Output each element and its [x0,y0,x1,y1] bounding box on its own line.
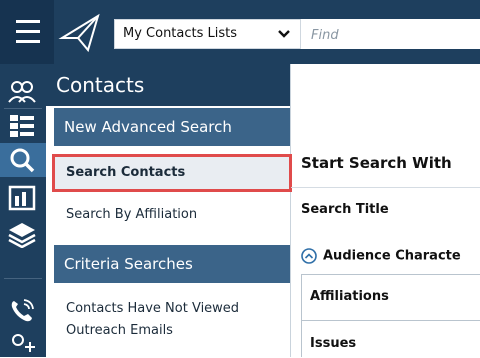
audience-section-label: Audience Characte [323,248,461,264]
search-contacts-link[interactable]: Search Contacts [52,154,292,192]
search-icon[interactable] [6,146,38,174]
hamburger-icon [16,20,40,23]
section-new-advanced-search[interactable]: New Advanced Search [54,108,290,146]
contact-list-select[interactable]: My Contacts Lists [114,19,301,49]
add-person-icon[interactable] [6,330,38,358]
criteria-table: Affiliations Issues [301,274,480,357]
section-criteria-searches[interactable]: Criteria Searches [54,245,290,283]
list-layout-icon[interactable] [6,112,38,140]
divider [302,320,480,321]
layers-icon[interactable] [6,220,38,248]
find-field[interactable] [301,19,480,49]
app-logo[interactable] [58,10,104,56]
rail-divider [4,278,42,279]
search-by-affiliation-link[interactable]: Search By Affiliation [54,198,290,232]
icon-rail [0,64,46,357]
contacts-not-viewed-outreach-link[interactable]: Contacts Have Not Viewed Outreach Emails [54,298,264,342]
bar-chart-icon[interactable] [6,184,38,212]
hamburger-icon-line [16,30,40,33]
menu-button[interactable] [0,0,54,64]
top-bar: My Contacts Lists [0,0,480,64]
main-content: Start Search With Search Title Audience … [291,64,480,357]
chevron-down-icon [278,30,290,38]
page-title: Contacts [46,64,290,106]
criteria-affiliations[interactable]: Affiliations [310,289,389,304]
hamburger-icon-line [16,40,40,43]
rail-divider [4,108,42,109]
contact-list-select-value: My Contacts Lists [123,26,238,41]
phone-icon[interactable] [6,296,38,324]
chevron-up-circle-icon [301,248,317,264]
divider [291,187,480,188]
search-title-label: Search Title [301,202,389,217]
people-icon[interactable] [6,78,38,106]
find-input[interactable] [309,21,473,49]
audience-section-toggle[interactable]: Audience Characte [301,248,461,264]
criteria-issues[interactable]: Issues [310,336,356,351]
contacts-nav: Contacts New Advanced Search Search Cont… [46,64,292,357]
start-search-heading: Start Search With [301,154,452,172]
